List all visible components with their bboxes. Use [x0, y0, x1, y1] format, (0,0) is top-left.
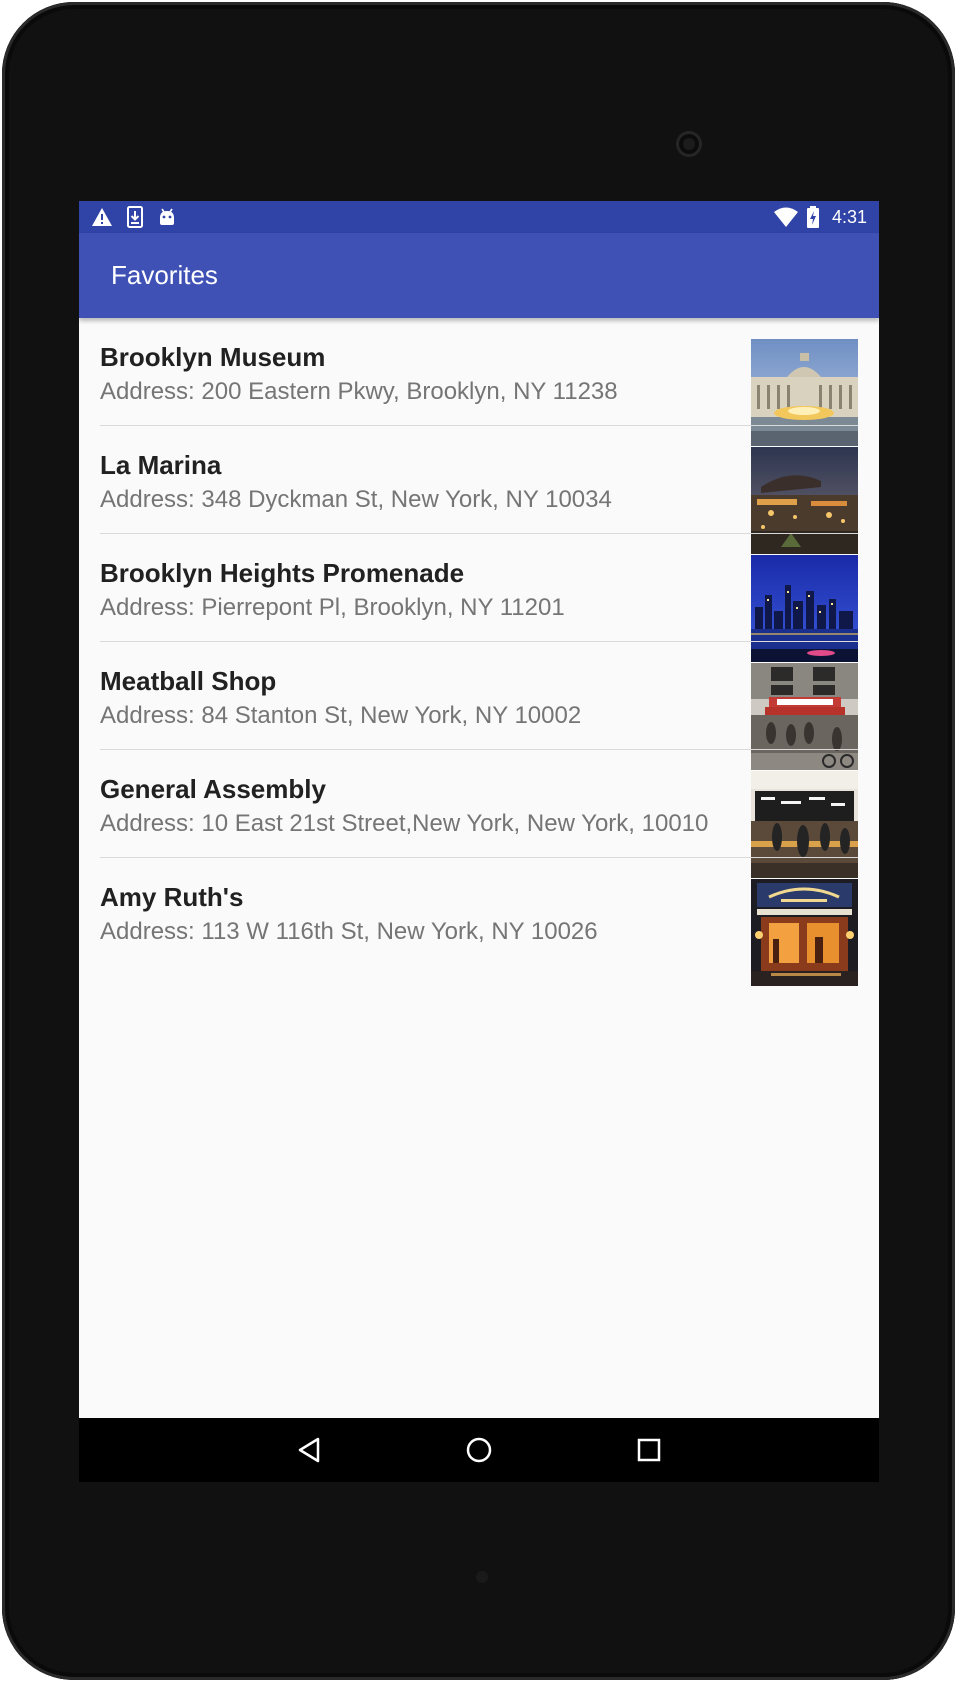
favorite-item-brooklyn-museum[interactable]: Brooklyn Museum Address: 200 Eastern Pkw… — [79, 318, 879, 446]
place-name: General Assembly — [100, 774, 326, 804]
android-icon — [160, 208, 174, 225]
sensor-dot — [476, 1571, 488, 1583]
place-name: La Marina — [100, 450, 222, 480]
place-name: Amy Ruth's — [100, 882, 244, 912]
download-icon — [127, 206, 143, 228]
navigation-bar — [79, 1418, 879, 1482]
place-name: Meatball Shop — [100, 666, 277, 696]
favorite-item-brooklyn-heights-promenade[interactable]: Brooklyn Heights Promenade Address: Pier… — [79, 534, 879, 662]
favorite-item-general-assembly[interactable]: General Assembly Address: 10 East 21st S… — [79, 750, 879, 878]
app-bar: Favorites — [79, 233, 879, 318]
place-address: Address: 10 East 21st Street,New York, N… — [100, 810, 709, 837]
page-title: Favorites — [111, 260, 218, 290]
recents-button[interactable] — [609, 1418, 689, 1482]
wifi-icon — [773, 207, 798, 227]
favorite-item-meatball-shop[interactable]: Meatball Shop Address: 84 Stanton St, Ne… — [79, 642, 879, 770]
status-bar: 4:31 — [79, 201, 879, 233]
front-camera — [676, 131, 702, 157]
system-icons: 4:31 — [773, 201, 867, 233]
place-address: Address: 200 Eastern Pkwy, Brooklyn, NY … — [100, 378, 618, 405]
home-icon — [466, 1437, 492, 1463]
recents-icon — [637, 1438, 661, 1462]
home-button[interactable] — [439, 1418, 519, 1482]
screen: 4:31 Favorites Brooklyn Museum Address: … — [79, 201, 879, 1482]
back-button[interactable] — [269, 1418, 349, 1482]
place-address: Address: 84 Stanton St, New York, NY 100… — [100, 702, 582, 729]
warning-icon — [92, 208, 112, 226]
status-clock: 4:31 — [831, 206, 867, 227]
place-address: Address: Pierrepont Pl, Brooklyn, NY 112… — [100, 594, 565, 621]
favorite-item-la-marina[interactable]: La Marina Address: 348 Dyckman St, New Y… — [79, 426, 879, 554]
notification-icons — [91, 206, 177, 228]
place-address: Address: 113 W 116th St, New York, NY 10… — [100, 918, 598, 945]
amy-ruths-photo — [751, 879, 858, 986]
favorite-item-amy-ruths[interactable]: Amy Ruth's Address: 113 W 116th St, New … — [79, 858, 879, 986]
favorites-list: Brooklyn Museum Address: 200 Eastern Pkw… — [79, 318, 879, 986]
place-address: Address: 348 Dyckman St, New York, NY 10… — [100, 486, 612, 513]
back-icon — [298, 1437, 320, 1463]
place-name: Brooklyn Heights Promenade — [100, 558, 465, 588]
battery-charging-icon — [806, 206, 819, 228]
place-name: Brooklyn Museum — [100, 342, 326, 372]
